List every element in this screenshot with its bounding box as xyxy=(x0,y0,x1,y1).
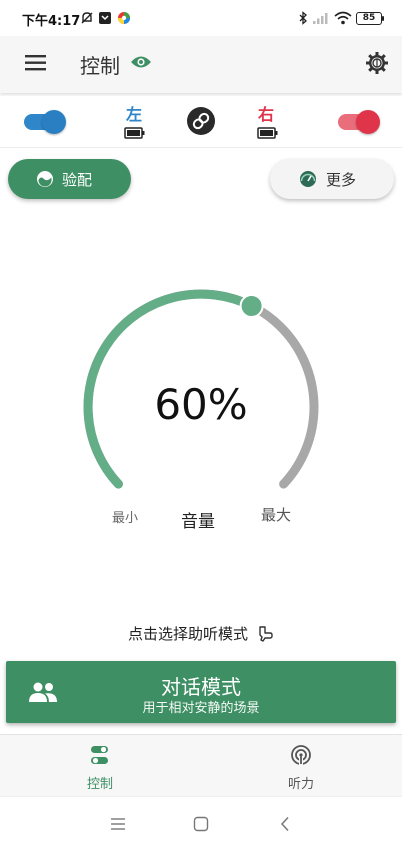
status-time: 下午4:17 xyxy=(22,14,81,29)
recent-apps-icon[interactable] xyxy=(110,817,126,831)
link-ears-button[interactable] xyxy=(187,107,215,135)
pointing-hand-icon xyxy=(259,625,273,642)
app-notification-icon xyxy=(99,12,111,24)
color-app-icon xyxy=(118,12,130,24)
right-battery-icon xyxy=(257,127,278,139)
link-icon xyxy=(192,112,210,130)
status-bar: 下午4:17 85 xyxy=(0,0,402,36)
nav-tab-control[interactable]: 控制 xyxy=(60,741,140,793)
app-bar: 控制 xyxy=(0,36,402,93)
volume-max-label: 最大 xyxy=(261,506,292,524)
wifi-icon xyxy=(334,11,352,25)
control-toggles-icon xyxy=(91,746,108,764)
left-battery-icon xyxy=(124,127,145,139)
hearing-icon xyxy=(291,745,311,765)
mode-hint-text: 点击选择助听模式 xyxy=(127,625,248,643)
more-icon xyxy=(300,171,316,187)
more-button[interactable]: 更多 xyxy=(270,159,394,199)
more-button-label: 更多 xyxy=(326,170,357,189)
right-ear-label: 右 xyxy=(258,105,275,124)
mode-subtitle: 用于相对安静的场景 xyxy=(142,701,260,716)
fitting-button-label: 验配 xyxy=(62,170,93,189)
nav-tab-hearing-label: 听力 xyxy=(287,777,314,792)
ear-control-row: 左 右 xyxy=(0,96,402,148)
volume-min-label: 最小 xyxy=(112,511,139,526)
battery-level: 85 xyxy=(362,13,376,23)
left-ear-toggle[interactable] xyxy=(24,110,66,134)
volume-title: 音量 xyxy=(181,512,215,532)
page-title: 控制 xyxy=(80,54,120,78)
bottom-navigation: 控制 听力 xyxy=(0,734,402,796)
right-ear-toggle[interactable] xyxy=(338,110,380,134)
nav-tab-control-label: 控制 xyxy=(86,777,113,792)
volume-dial-handle[interactable] xyxy=(239,294,264,318)
left-ear-label: 左 xyxy=(126,105,143,124)
fitting-button[interactable]: 验配 xyxy=(8,159,131,199)
menu-icon[interactable] xyxy=(24,52,48,74)
system-navigation-bar xyxy=(0,796,402,850)
eye-icon[interactable] xyxy=(130,54,152,70)
mute-notification-icon xyxy=(81,12,93,24)
home-icon[interactable] xyxy=(193,816,209,832)
signal-icon xyxy=(313,13,328,24)
mode-title: 对话模式 xyxy=(161,675,241,699)
back-icon[interactable] xyxy=(279,816,291,832)
bluetooth-icon xyxy=(299,11,307,25)
settings-gear-icon[interactable] xyxy=(365,51,389,75)
fitting-icon xyxy=(37,171,53,187)
mode-hint-row: 点击选择助听模式 xyxy=(0,623,402,644)
battery-tip xyxy=(382,16,384,21)
battery-indicator: 85 xyxy=(356,12,382,25)
conversation-mode-card[interactable]: 对话模式 用于相对安静的场景 xyxy=(6,661,396,723)
nav-tab-hearing[interactable]: 听力 xyxy=(261,741,341,793)
volume-value: 60% xyxy=(154,380,248,429)
